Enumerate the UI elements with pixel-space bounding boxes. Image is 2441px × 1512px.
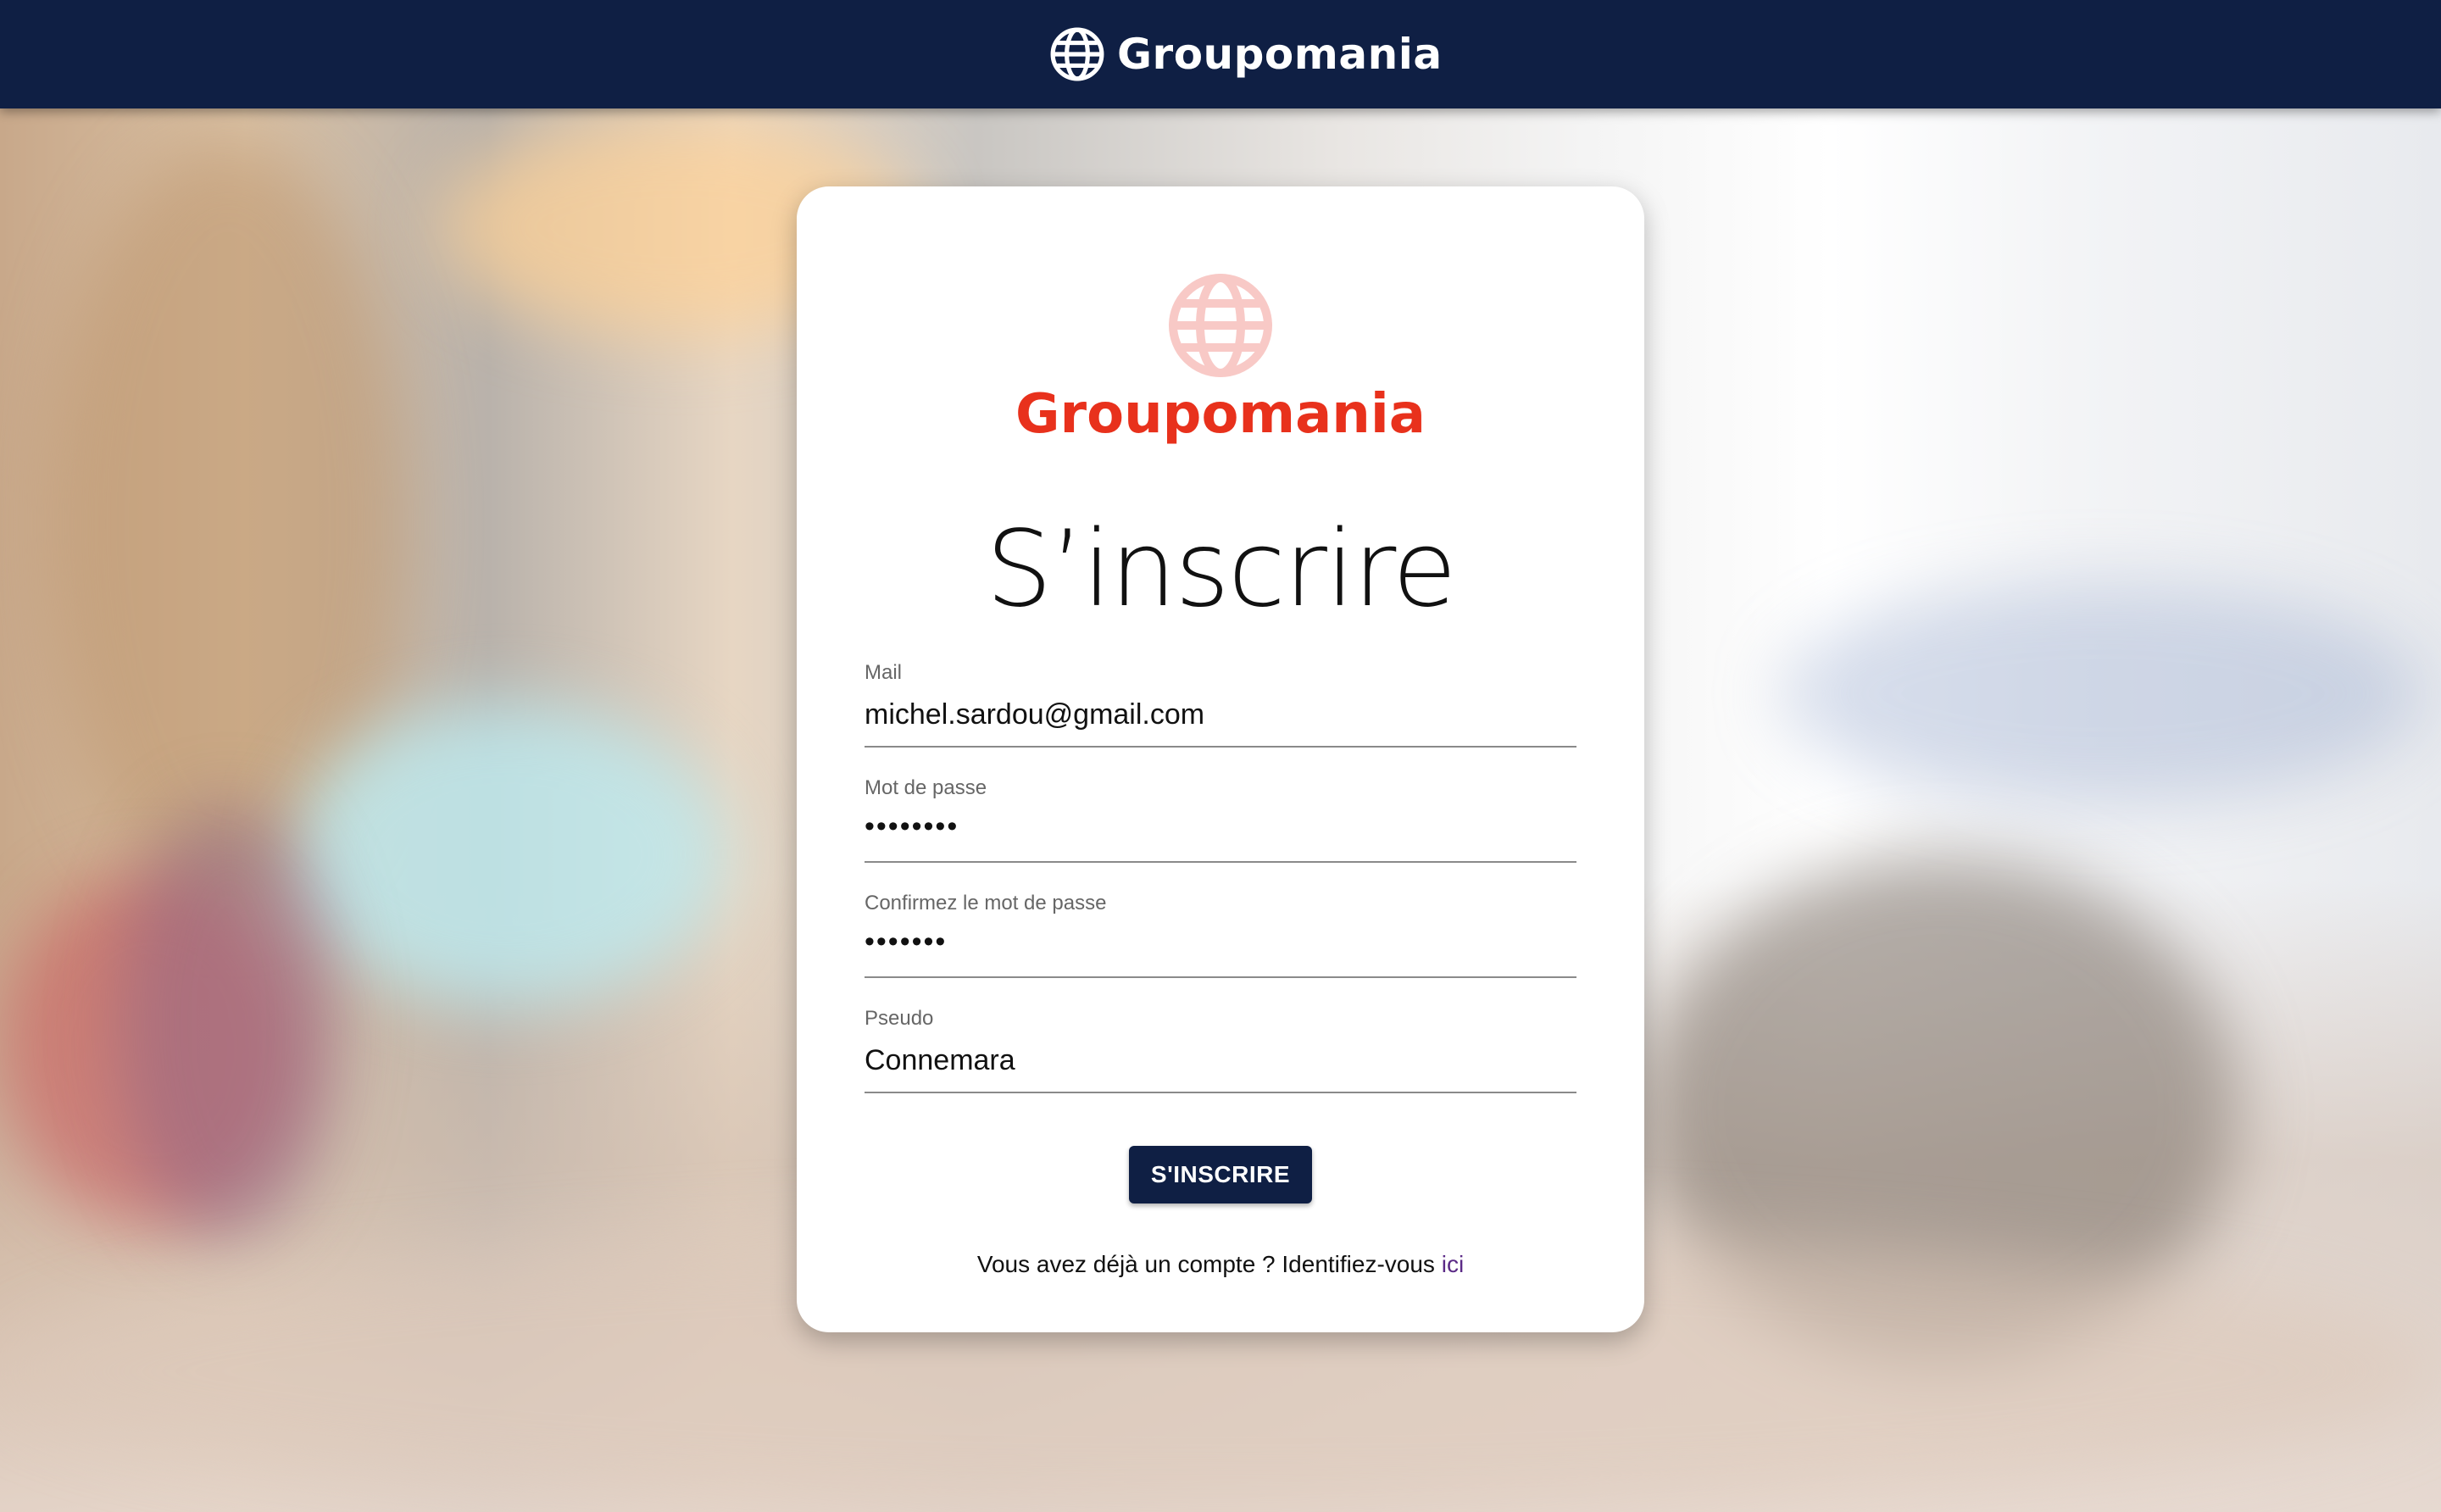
globe-icon xyxy=(1049,26,1105,82)
signup-button[interactable]: S'INSCRIRE xyxy=(1129,1146,1312,1203)
password-field[interactable]: Mot de passe •••••••• xyxy=(865,776,1576,863)
login-link[interactable]: ici xyxy=(1442,1251,1464,1277)
pseudo-value[interactable]: Connemara xyxy=(865,1044,1015,1077)
pseudo-label: Pseudo xyxy=(865,1007,934,1030)
header-brand-name: Groupomania xyxy=(1117,30,1443,79)
login-prompt-text: Vous avez déjà un compte ? Identifiez-vo… xyxy=(976,1251,1435,1277)
globe-icon xyxy=(1166,271,1275,380)
email-field[interactable]: Mail michel.sardou@gmail.com xyxy=(865,661,1576,748)
page-title: S’inscrire xyxy=(986,509,1457,631)
confirm-password-value[interactable]: ••••••• xyxy=(865,926,947,959)
password-value[interactable]: •••••••• xyxy=(865,810,959,843)
page: Groupomania Groupomania S’inscrire Mail … xyxy=(0,0,2441,1512)
login-prompt: Vous avez déjà un compte ? Identifiez-vo… xyxy=(797,1251,1644,1278)
email-label: Mail xyxy=(865,661,903,684)
password-label: Mot de passe xyxy=(865,776,987,799)
confirm-password-field[interactable]: Confirmez le mot de passe ••••••• xyxy=(865,892,1576,978)
header-brand[interactable]: Groupomania xyxy=(1049,22,1443,86)
email-value[interactable]: michel.sardou@gmail.com xyxy=(865,698,1204,731)
card-brand-name: Groupomania xyxy=(1015,383,1426,446)
confirm-password-label: Confirmez le mot de passe xyxy=(865,892,1107,914)
pseudo-field[interactable]: Pseudo Connemara xyxy=(865,1007,1576,1093)
signup-card: Groupomania S’inscrire Mail michel.sardo… xyxy=(797,186,1644,1332)
top-navbar: Groupomania xyxy=(0,0,2441,108)
